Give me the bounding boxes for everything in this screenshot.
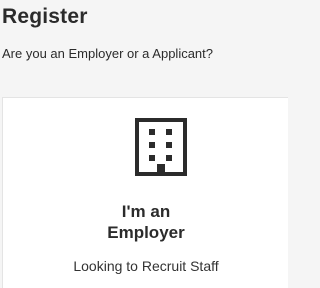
page-title: Register xyxy=(2,5,88,28)
building-icon xyxy=(135,118,187,176)
employer-heading-line1: I'm an xyxy=(121,202,171,221)
register-page: Register Are you an Employer or a Applic… xyxy=(0,0,288,288)
employer-heading-line2: Employer xyxy=(107,223,185,242)
employer-option-card[interactable]: I'm an Employer Looking to Recruit Staff xyxy=(2,97,288,288)
page-subtitle: Are you an Employer or a Applicant? xyxy=(2,46,214,61)
employer-description: Looking to Recruit Staff xyxy=(73,258,219,274)
